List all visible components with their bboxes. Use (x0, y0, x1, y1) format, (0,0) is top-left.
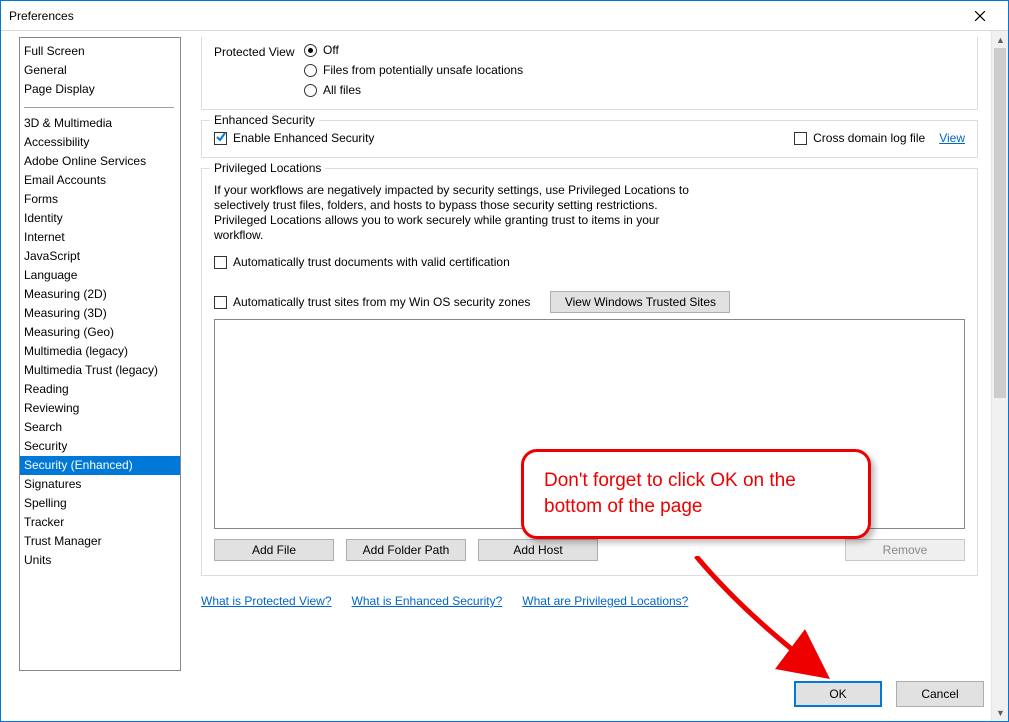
category-item[interactable]: Page Display (20, 80, 180, 99)
annotation-callout: Don't forget to click OK on the bottom o… (521, 449, 871, 539)
preferences-window: Preferences Full ScreenGeneralPage Displ… (0, 0, 1009, 722)
radio-icon (304, 44, 317, 57)
view-log-link[interactable]: View (939, 131, 965, 145)
radio-icon (304, 84, 317, 97)
category-item[interactable]: Multimedia (legacy) (20, 342, 180, 361)
radio-icon (304, 64, 317, 77)
category-item[interactable]: Identity (20, 209, 180, 228)
category-item[interactable]: Accessibility (20, 133, 180, 152)
category-item[interactable]: Reviewing (20, 399, 180, 418)
protected-view-label: Protected View (214, 43, 304, 59)
category-item[interactable]: Forms (20, 190, 180, 209)
auto-trust-sites-label: Automatically trust sites from my Win OS… (233, 295, 530, 309)
protected-view-radio[interactable]: Files from potentially unsafe locations (304, 63, 523, 77)
enhanced-security-group: Enhanced Security Enable Enhanced Securi… (201, 120, 978, 158)
category-item[interactable]: Signatures (20, 475, 180, 494)
add-host-button[interactable]: Add Host (478, 539, 598, 561)
category-item[interactable]: General (20, 61, 180, 80)
category-item[interactable]: Adobe Online Services (20, 152, 180, 171)
radio-label: Off (323, 43, 339, 57)
scroll-up-arrow-icon[interactable]: ▲ (992, 31, 1009, 48)
category-item[interactable]: Units (20, 551, 180, 570)
category-item[interactable]: Spelling (20, 494, 180, 513)
auto-trust-sites-checkbox[interactable]: Automatically trust sites from my Win OS… (214, 295, 530, 309)
category-item[interactable]: Reading (20, 380, 180, 399)
scroll-track[interactable] (992, 48, 1008, 704)
radio-label: Files from potentially unsafe locations (323, 63, 523, 77)
close-icon (975, 11, 985, 21)
category-item[interactable]: Measuring (2D) (20, 285, 180, 304)
category-item[interactable]: Measuring (3D) (20, 304, 180, 323)
category-separator (24, 107, 174, 108)
settings-pane: Protected View Off Files from potentially… (201, 35, 998, 711)
window-title: Preferences (9, 9, 74, 23)
privileged-locations-legend: Privileged Locations (210, 161, 325, 175)
category-item[interactable]: Full Screen (20, 42, 180, 61)
category-item[interactable]: Security (Enhanced) (20, 456, 180, 475)
dialog-buttons: OK Cancel (794, 681, 984, 707)
auto-trust-cert-label: Automatically trust documents with valid… (233, 255, 510, 269)
titlebar: Preferences (1, 1, 1008, 31)
category-item[interactable]: Measuring (Geo) (20, 323, 180, 342)
category-item[interactable]: Tracker (20, 513, 180, 532)
scroll-thumb[interactable] (994, 48, 1006, 398)
ok-button[interactable]: OK (794, 681, 882, 707)
category-item[interactable]: Search (20, 418, 180, 437)
protected-view-group: Protected View Off Files from potentially… (201, 37, 978, 110)
cross-domain-log-checkbox[interactable]: Cross domain log file (794, 131, 925, 145)
category-item[interactable]: Internet (20, 228, 180, 247)
what-is-enhanced-security-link[interactable]: What is Enhanced Security? (352, 594, 503, 608)
annotation-text: Don't forget to click OK on the bottom o… (544, 468, 848, 520)
protected-view-options: Off Files from potentially unsafe locatio… (304, 43, 523, 97)
cross-domain-log-label: Cross domain log file (813, 131, 925, 145)
remove-button[interactable]: Remove (845, 539, 965, 561)
vertical-scrollbar[interactable]: ▲ ▼ (991, 31, 1008, 721)
category-item[interactable]: Security (20, 437, 180, 456)
enhanced-security-legend: Enhanced Security (210, 113, 319, 127)
category-item[interactable]: Email Accounts (20, 171, 180, 190)
protected-view-radio[interactable]: All files (304, 83, 523, 97)
category-item[interactable]: JavaScript (20, 247, 180, 266)
scroll-down-arrow-icon[interactable]: ▼ (992, 704, 1009, 721)
add-file-button[interactable]: Add File (214, 539, 334, 561)
privileged-locations-description: If your workflows are negatively impacte… (214, 183, 694, 243)
category-item[interactable]: Language (20, 266, 180, 285)
protected-view-radio[interactable]: Off (304, 43, 523, 57)
cancel-button[interactable]: Cancel (896, 681, 984, 707)
category-item[interactable]: 3D & Multimedia (20, 114, 180, 133)
category-item[interactable]: Multimedia Trust (legacy) (20, 361, 180, 380)
help-links: What is Protected View? What is Enhanced… (201, 594, 978, 608)
view-trusted-sites-button[interactable]: View Windows Trusted Sites (550, 291, 730, 313)
auto-trust-cert-checkbox[interactable]: Automatically trust documents with valid… (214, 255, 510, 269)
what-is-protected-view-link[interactable]: What is Protected View? (201, 594, 332, 608)
category-list[interactable]: Full ScreenGeneralPage Display 3D & Multi… (19, 37, 181, 671)
dialog-body: Full ScreenGeneralPage Display 3D & Multi… (1, 31, 1008, 721)
radio-label: All files (323, 83, 361, 97)
close-button[interactable] (960, 2, 1000, 30)
add-folder-path-button[interactable]: Add Folder Path (346, 539, 466, 561)
what-are-privileged-locations-link[interactable]: What are Privileged Locations? (522, 594, 688, 608)
category-item[interactable]: Trust Manager (20, 532, 180, 551)
enable-enhanced-security-checkbox[interactable]: Enable Enhanced Security (214, 131, 374, 145)
enable-enhanced-security-label: Enable Enhanced Security (233, 131, 374, 145)
